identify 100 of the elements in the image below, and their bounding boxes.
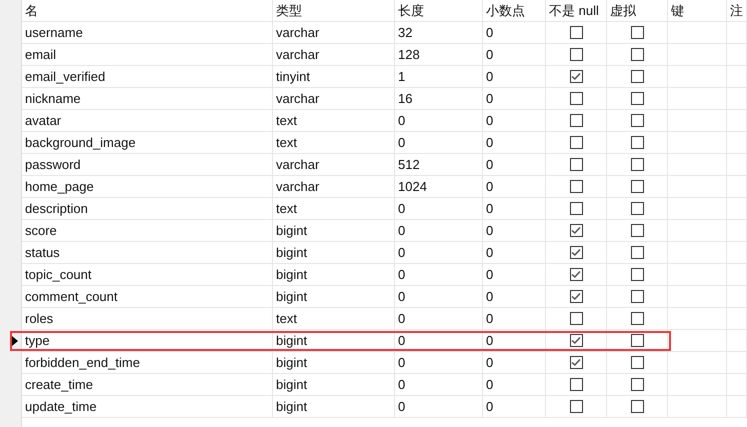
checkbox[interactable]: [570, 180, 582, 193]
column-header[interactable]: 类型: [276, 0, 302, 20]
field-name-cell-text: home_page: [25, 178, 94, 196]
field-type-cell-text: bigint: [276, 398, 308, 416]
length-cell-text: 1: [398, 68, 406, 86]
checkbox[interactable]: [570, 268, 582, 281]
column-header[interactable]: 名: [25, 0, 38, 20]
comment-cell: [727, 374, 747, 396]
column-header[interactable]: 虚拟: [610, 0, 636, 20]
decimals-cell-text: 0: [486, 244, 494, 262]
field-name-cell-text: avatar: [25, 112, 62, 130]
field-type-cell-text: varchar: [276, 178, 320, 196]
field-type-cell-text: bigint: [276, 354, 308, 372]
field-type-cell-text: bigint: [276, 222, 308, 240]
decimals-cell-text: 0: [486, 112, 494, 130]
checkbox[interactable]: [630, 400, 644, 413]
comment-cell: [727, 132, 747, 154]
checkbox[interactable]: [630, 180, 644, 193]
checkbox[interactable]: [630, 290, 644, 303]
checkbox[interactable]: [630, 158, 644, 171]
checkbox[interactable]: [570, 400, 582, 413]
row-pointer-icon: [12, 336, 18, 346]
decimals-cell-text: 0: [486, 46, 494, 64]
comment-cell: [727, 110, 747, 132]
comment-cell: [727, 88, 747, 110]
checkbox[interactable]: [570, 114, 582, 127]
checkbox[interactable]: [570, 48, 582, 61]
field-type-cell-text: bigint: [276, 332, 308, 350]
length-cell-text: 0: [398, 134, 406, 152]
length-cell-text: 0: [398, 266, 406, 284]
checkmark-icon: [571, 226, 581, 235]
checkmark-icon: [571, 72, 581, 81]
field-type-cell-text: varchar: [276, 46, 320, 64]
field-name-cell-text: email: [25, 46, 56, 64]
length-cell-text: 1024: [398, 178, 427, 196]
decimals-cell-text: 0: [486, 134, 494, 152]
comment-cell: [727, 330, 747, 352]
field-name-cell-text: description: [25, 200, 88, 218]
checkbox[interactable]: [570, 136, 582, 149]
field-type-cell-text: text: [276, 310, 297, 328]
checkbox[interactable]: [630, 312, 644, 325]
checkbox[interactable]: [570, 26, 582, 39]
comment-cell: [727, 198, 747, 220]
comment-cell: [727, 352, 747, 374]
field-name-cell-text: background_image: [25, 134, 136, 152]
checkmark-icon: [571, 292, 581, 301]
checkbox[interactable]: [570, 70, 582, 83]
column-header[interactable]: 长度: [398, 0, 424, 20]
checkmark-icon: [571, 270, 581, 279]
field-name-cell-text: status: [25, 244, 60, 262]
checkbox[interactable]: [570, 246, 582, 259]
decimals-cell-text: 0: [486, 156, 494, 174]
checkbox[interactable]: [630, 378, 644, 391]
field-name-cell-text: password: [25, 156, 81, 174]
comment-cell: [727, 396, 747, 418]
comment-cell: [727, 176, 747, 198]
length-cell-text: 16: [398, 90, 412, 108]
checkbox[interactable]: [630, 114, 644, 127]
checkbox[interactable]: [570, 92, 582, 105]
checkbox[interactable]: [630, 48, 644, 61]
checkbox[interactable]: [570, 290, 582, 303]
checkbox[interactable]: [570, 312, 582, 325]
checkbox[interactable]: [630, 356, 644, 369]
checkbox[interactable]: [570, 224, 582, 237]
comment-cell: [727, 264, 747, 286]
decimals-cell-text: 0: [486, 200, 494, 218]
checkmark-icon: [571, 336, 581, 345]
column-header[interactable]: 不是 null: [549, 0, 599, 20]
length-cell-text: 0: [398, 222, 406, 240]
checkbox[interactable]: [570, 356, 582, 369]
checkbox[interactable]: [630, 224, 644, 237]
checkbox[interactable]: [630, 92, 644, 105]
column-header[interactable]: 小数点: [486, 0, 525, 20]
checkbox[interactable]: [570, 334, 582, 347]
checkmark-icon: [571, 248, 581, 257]
checkbox[interactable]: [570, 158, 582, 171]
length-cell-text: 0: [398, 376, 406, 394]
checkbox[interactable]: [630, 334, 644, 347]
field-name-cell-text: email_verified: [25, 68, 106, 86]
checkbox[interactable]: [630, 268, 644, 281]
field-type-cell-text: varchar: [276, 90, 320, 108]
checkbox[interactable]: [630, 202, 644, 215]
checkbox[interactable]: [630, 246, 644, 259]
checkbox[interactable]: [630, 26, 644, 39]
column-header[interactable]: 键: [671, 0, 684, 20]
column-header[interactable]: 注: [730, 0, 743, 20]
field-type-cell-text: text: [276, 134, 297, 152]
field-type-cell-text: text: [276, 112, 297, 130]
checkbox[interactable]: [630, 70, 644, 83]
comment-cell: [727, 66, 747, 88]
length-cell-text: 32: [398, 24, 412, 42]
checkbox[interactable]: [570, 378, 582, 391]
field-name-cell-text: nickname: [25, 90, 81, 108]
field-name-cell-text: topic_count: [25, 266, 92, 284]
checkbox[interactable]: [570, 202, 582, 215]
checkbox[interactable]: [630, 136, 644, 149]
field-type-cell-text: text: [276, 200, 297, 218]
decimals-cell-text: 0: [486, 178, 494, 196]
decimals-cell-text: 0: [486, 332, 494, 350]
length-cell-text: 0: [398, 288, 406, 306]
